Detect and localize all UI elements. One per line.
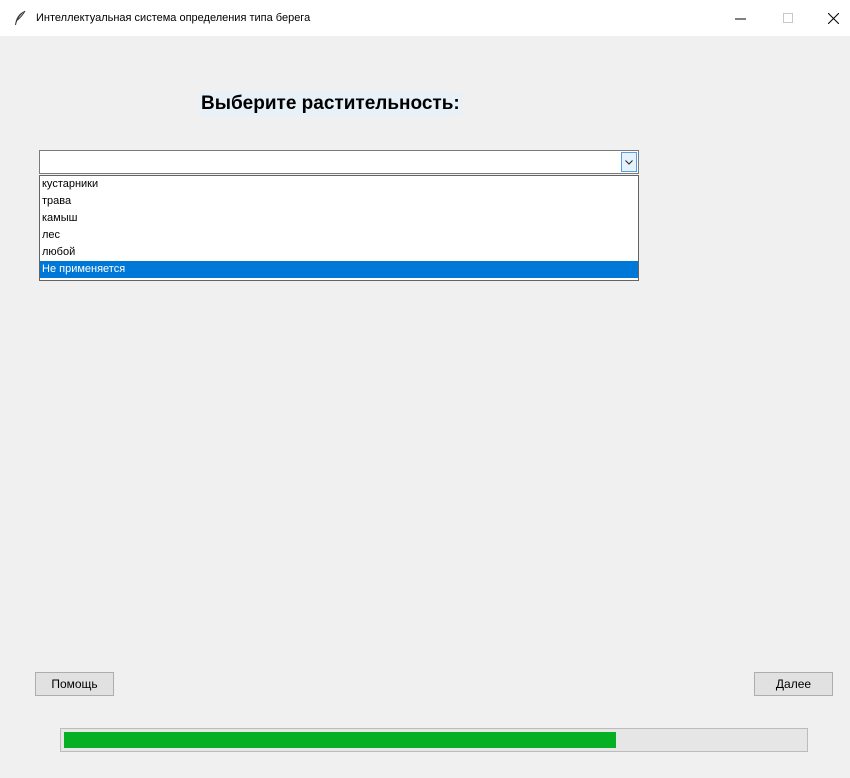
maximize-button[interactable] (765, 0, 811, 36)
maximize-icon (783, 13, 793, 23)
vegetation-combobox[interactable] (39, 150, 639, 174)
dropdown-option[interactable]: лес (40, 227, 638, 244)
progress-bar (60, 728, 808, 752)
progress-fill (64, 732, 616, 748)
combobox-dropdown-button[interactable] (621, 152, 637, 172)
dropdown-option[interactable]: трава (40, 193, 638, 210)
next-button[interactable]: Далее (754, 672, 833, 696)
help-button[interactable]: Помощь (35, 672, 114, 696)
close-icon (827, 12, 839, 24)
chevron-down-icon (625, 159, 633, 165)
dropdown-option[interactable]: кустарники (40, 176, 638, 193)
dropdown-option-highlighted[interactable]: Не применяется (40, 261, 638, 278)
window-title: Интеллектуальная система определения тип… (36, 12, 311, 24)
title-bar: Интеллектуальная система определения тип… (0, 0, 850, 36)
minimize-icon (734, 18, 746, 19)
dropdown-option[interactable]: камыш (40, 210, 638, 227)
vegetation-dropdown-list[interactable]: кустарники трава камыш лес любой Не прим… (39, 175, 639, 281)
page-title: Выберите растительность: (199, 92, 462, 116)
close-button[interactable] (810, 0, 850, 36)
minimize-button[interactable] (717, 0, 763, 36)
feather-icon (15, 10, 26, 25)
dropdown-option[interactable]: любой (40, 244, 638, 261)
